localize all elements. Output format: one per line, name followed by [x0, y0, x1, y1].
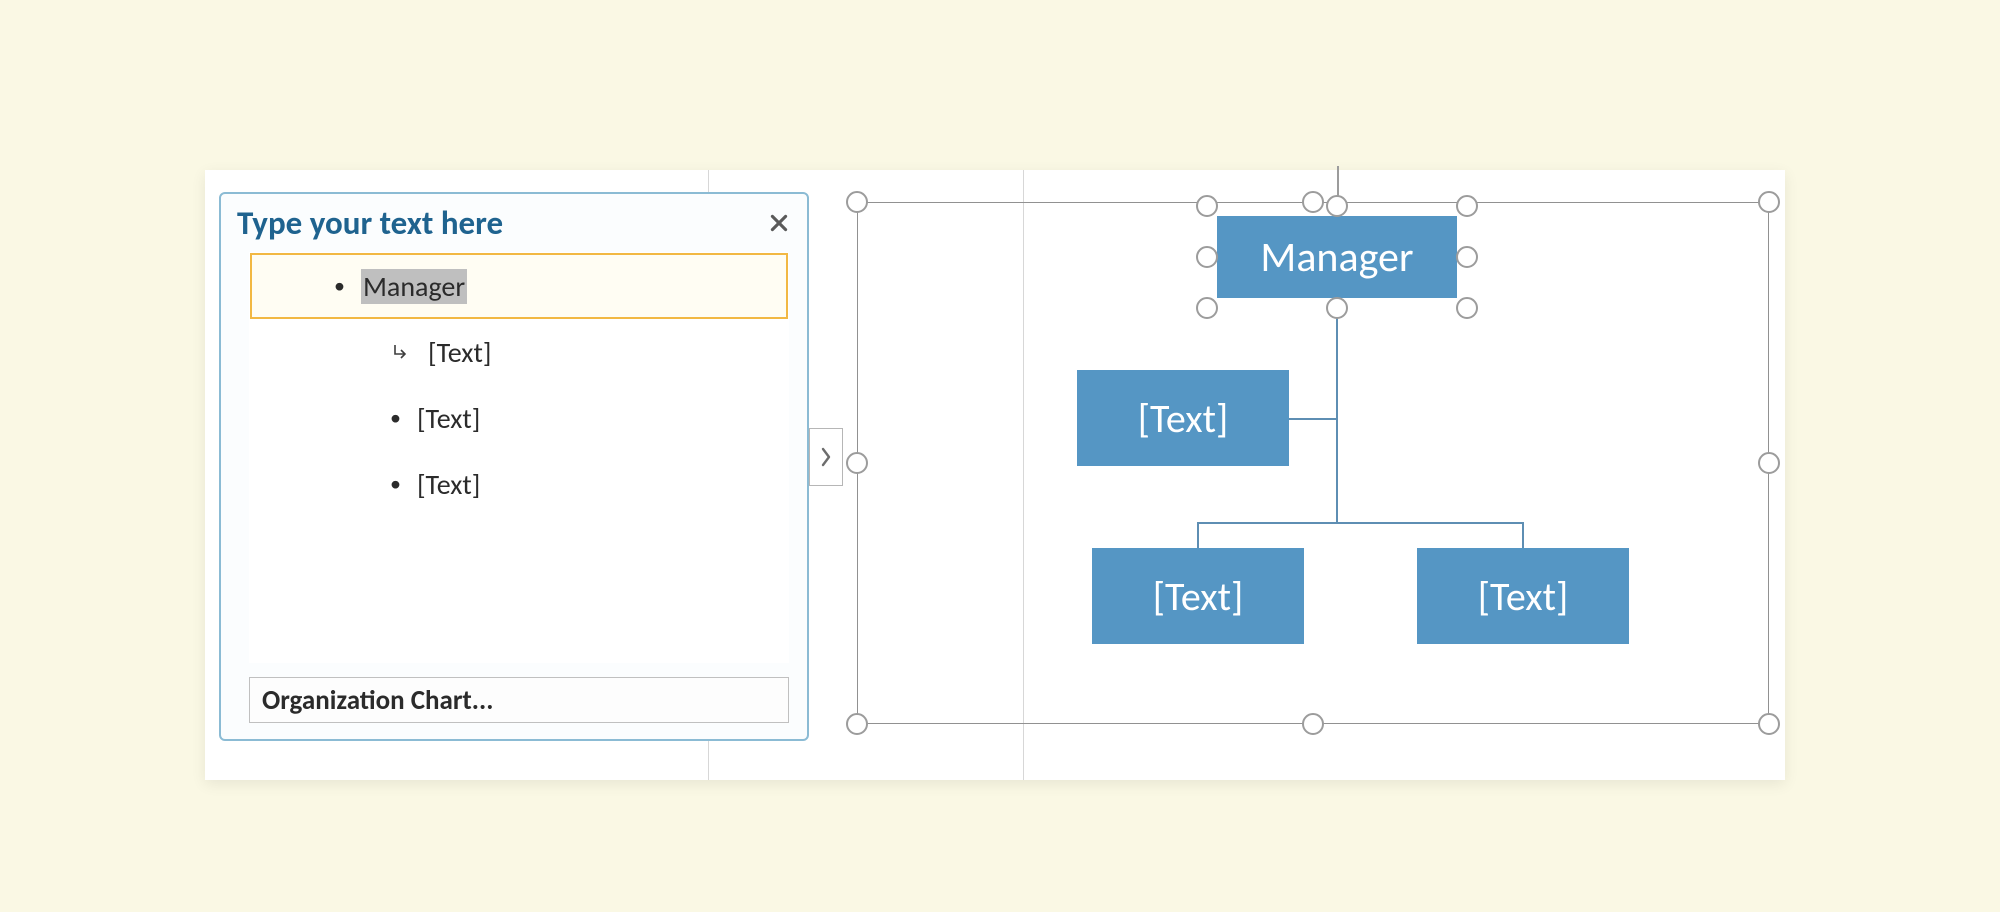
org-node-child[interactable]: [Text]: [1417, 548, 1629, 644]
resize-handle-bottom-right[interactable]: [1758, 713, 1780, 735]
text-pane-header: Type your text here: [221, 194, 807, 252]
resize-handle-bottom-left[interactable]: [846, 713, 868, 735]
node-resize-handle[interactable]: [1326, 297, 1348, 319]
text-item-manager[interactable]: • Manager: [250, 253, 788, 319]
text-item-label: [Text]: [417, 401, 480, 436]
text-item-child[interactable]: • [Text]: [250, 451, 788, 517]
text-item-label: Manager: [361, 269, 467, 304]
node-resize-handle[interactable]: [1196, 246, 1218, 268]
resize-handle-top-left[interactable]: [846, 191, 868, 213]
connector: [1197, 522, 1199, 548]
text-item-child[interactable]: • [Text]: [250, 385, 788, 451]
resize-handle-top-right[interactable]: [1758, 191, 1780, 213]
connector: [1197, 522, 1523, 524]
node-resize-handle[interactable]: [1456, 246, 1478, 268]
subordinate-arrow-icon: [390, 341, 412, 363]
collapse-text-pane-button[interactable]: [809, 428, 843, 486]
text-pane-body: • Manager [Text] • [Text] • [Text]: [249, 252, 789, 663]
close-icon[interactable]: [765, 209, 793, 237]
text-item-label: [Text]: [428, 335, 491, 370]
org-node-assistant[interactable]: [Text]: [1077, 370, 1289, 466]
bullet-icon: •: [390, 473, 401, 495]
text-item-label: [Text]: [417, 467, 480, 502]
node-label: [Text]: [1153, 572, 1244, 621]
smartart-graphic-frame[interactable]: Manager [Text] [Text] [Text]: [857, 202, 1769, 724]
resize-handle-mid-left[interactable]: [846, 452, 868, 474]
bullet-icon: •: [334, 275, 345, 297]
text-pane-title: Type your text here: [237, 203, 503, 243]
node-selection: [1207, 206, 1467, 308]
connector: [1289, 418, 1337, 420]
connector: [1522, 522, 1524, 548]
node-resize-handle[interactable]: [1456, 195, 1478, 217]
connector: [1336, 298, 1338, 522]
node-resize-handle[interactable]: [1196, 195, 1218, 217]
resize-handle-bottom-mid[interactable]: [1302, 713, 1324, 735]
smartart-editor-stage: Type your text here • Manager [Text]: [205, 170, 1785, 780]
node-resize-handle[interactable]: [1326, 195, 1348, 217]
bullet-icon: •: [390, 407, 401, 429]
resize-handle-mid-right[interactable]: [1758, 452, 1780, 474]
smartart-text-pane: Type your text here • Manager [Text]: [219, 192, 809, 741]
node-label: [Text]: [1478, 572, 1569, 621]
node-label: [Text]: [1138, 394, 1229, 443]
node-resize-handle[interactable]: [1456, 297, 1478, 319]
node-resize-handle[interactable]: [1196, 297, 1218, 319]
layout-name-label: Organization Chart...: [262, 684, 493, 717]
org-node-child[interactable]: [Text]: [1092, 548, 1304, 644]
text-pane-layout-name[interactable]: Organization Chart...: [249, 677, 789, 723]
row-gutter: [302, 255, 318, 317]
text-item-assistant[interactable]: [Text]: [250, 319, 788, 385]
